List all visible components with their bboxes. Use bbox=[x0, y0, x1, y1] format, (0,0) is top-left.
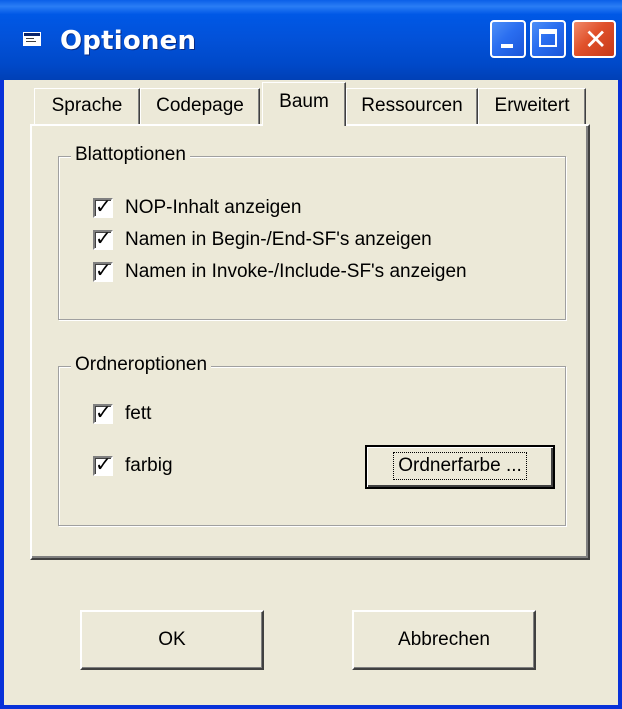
check-icon: ✓ bbox=[95, 402, 112, 424]
checkbox[interactable]: ✓ bbox=[93, 454, 113, 476]
checkbox-label: NOP-Inhalt anzeigen bbox=[125, 197, 302, 218]
close-icon: ✕ bbox=[584, 23, 608, 56]
maximize-button[interactable] bbox=[530, 20, 566, 58]
checkbox[interactable]: ✓ bbox=[93, 228, 113, 250]
checkbox-label: Namen in Invoke-/Include-SF's anzeigen bbox=[125, 261, 467, 282]
checkbox[interactable]: ✓ bbox=[93, 402, 113, 424]
option-begin-end-sf[interactable]: ✓ Namen in Begin-/End-SF's anzeigen bbox=[93, 228, 432, 251]
checkbox[interactable]: ✓ bbox=[93, 196, 113, 218]
checkbox-label: Namen in Begin-/End-SF's anzeigen bbox=[125, 229, 432, 250]
option-nop-inhalt[interactable]: ✓ NOP-Inhalt anzeigen bbox=[93, 196, 302, 219]
app-window-icon bbox=[23, 32, 41, 46]
window-title: Optionen bbox=[60, 26, 197, 56]
checkbox-label: farbig bbox=[125, 455, 173, 476]
ok-button[interactable]: OK bbox=[80, 610, 264, 670]
check-icon: ✓ bbox=[95, 196, 112, 218]
option-fett[interactable]: ✓ fett bbox=[93, 402, 152, 425]
tab-erweitert[interactable]: Erweitert bbox=[478, 88, 586, 124]
blattoptionen-legend: Blattoptionen bbox=[71, 144, 190, 166]
ordnerfarbe-label: Ordnerfarbe ... bbox=[393, 452, 527, 480]
blattoptionen-group: Blattoptionen ✓ NOP-Inhalt anzeigen ✓ Na… bbox=[58, 144, 566, 320]
option-invoke-include-sf[interactable]: ✓ Namen in Invoke-/Include-SF's anzeigen bbox=[93, 260, 467, 283]
tab-baum[interactable]: Baum bbox=[262, 82, 346, 126]
ordnerfarbe-button[interactable]: Ordnerfarbe ... bbox=[365, 445, 555, 489]
ordneroptionen-legend: Ordneroptionen bbox=[71, 354, 212, 376]
title-bar[interactable]: Optionen ✕ bbox=[0, 0, 622, 80]
minimize-button[interactable] bbox=[490, 20, 526, 58]
close-button[interactable]: ✕ bbox=[572, 20, 616, 58]
option-farbig[interactable]: ✓ farbig bbox=[93, 454, 173, 477]
cancel-button[interactable]: Abbrechen bbox=[352, 610, 536, 670]
tab-sprache[interactable]: Sprache bbox=[34, 88, 140, 124]
tab-codepage[interactable]: Codepage bbox=[140, 88, 260, 124]
ordneroptionen-group: Ordneroptionen ✓ fett ✓ farbig Ordnerfar… bbox=[58, 354, 566, 526]
checkbox[interactable]: ✓ bbox=[93, 260, 113, 282]
check-icon: ✓ bbox=[95, 260, 112, 282]
maximize-icon bbox=[539, 29, 557, 47]
minimize-icon bbox=[501, 44, 513, 48]
tab-ressourcen[interactable]: Ressourcen bbox=[346, 88, 478, 124]
check-icon: ✓ bbox=[95, 454, 112, 476]
tab-panel-baum: Blattoptionen ✓ NOP-Inhalt anzeigen ✓ Na… bbox=[30, 124, 590, 560]
check-icon: ✓ bbox=[95, 228, 112, 250]
checkbox-label: fett bbox=[125, 403, 152, 424]
